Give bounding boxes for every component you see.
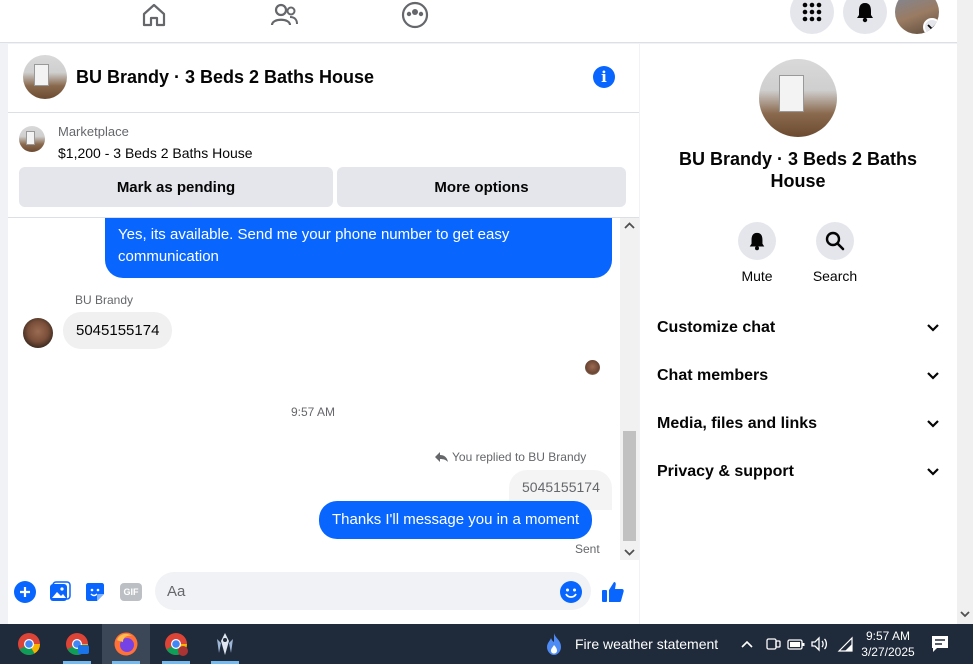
reply-indicator: You replied to BU Brandy: [435, 450, 586, 464]
page-scrollbar[interactable]: [957, 0, 973, 624]
details-title: BU Brandy · 3 Beds 2 Baths House: [678, 149, 918, 191]
volume-icon[interactable]: [811, 636, 829, 652]
chrome-profile-app[interactable]: [53, 624, 101, 664]
emoji-icon[interactable]: [559, 580, 583, 604]
like-icon[interactable]: [601, 580, 625, 604]
chevron-down-icon: [927, 372, 939, 380]
chevron-down-icon: [927, 468, 939, 476]
meet-icon[interactable]: [765, 636, 781, 652]
weather-label[interactable]: Fire weather statement: [575, 636, 718, 652]
mute-label: Mute: [741, 268, 773, 284]
taskbar: Fire weather statement 9:57 AM 3/27/2025: [0, 624, 973, 664]
chat-header: BU Brandy · 3 Beds 2 Baths House i: [8, 44, 639, 113]
chevron-down-icon: [923, 18, 939, 34]
seen-avatar: [585, 360, 600, 375]
notifications-button[interactable]: [843, 0, 887, 34]
firefox-app[interactable]: [102, 624, 150, 664]
chrome-icon: [165, 633, 188, 656]
info-icon[interactable]: i: [593, 66, 615, 88]
message-outgoing[interactable]: Yes, its available. Send me your phone n…: [105, 218, 612, 278]
top-nav: [0, 0, 957, 43]
message-input[interactable]: [155, 572, 591, 610]
section-label: Privacy & support: [657, 463, 794, 480]
chat-title[interactable]: BU Brandy · 3 Beds 2 Baths House: [76, 67, 374, 88]
marketplace-label: Marketplace: [58, 124, 129, 139]
details-avatar[interactable]: [759, 59, 837, 137]
search-button[interactable]: Search: [805, 222, 865, 284]
chevron-up-icon[interactable]: [740, 639, 754, 649]
scroll-down-icon[interactable]: [620, 546, 639, 558]
gif-icon[interactable]: GIF: [118, 580, 144, 604]
listing-title[interactable]: $1,200 - 3 Beds 2 Baths House: [58, 145, 253, 161]
section-privacy-support[interactable]: Privacy & support: [657, 454, 940, 490]
search-label: Search: [812, 268, 858, 284]
composer: GIF: [8, 568, 639, 616]
chevron-down-icon: [927, 324, 939, 332]
reply-label: You replied to BU Brandy: [452, 450, 587, 464]
chrome-app[interactable]: [5, 624, 53, 664]
groups-icon[interactable]: [395, 0, 435, 30]
notification-center-icon[interactable]: [930, 634, 950, 654]
chat-scrollbar[interactable]: [620, 218, 639, 560]
menu-grid-button[interactable]: [790, 0, 834, 34]
gif-label: GIF: [120, 583, 142, 601]
chrome-icon: [66, 633, 89, 655]
marketplace-bar: Marketplace $1,200 - 3 Beds 2 Baths Hous…: [8, 114, 639, 218]
grid-icon: [802, 2, 822, 22]
section-label: Customize chat: [657, 319, 776, 336]
search-icon: [825, 231, 845, 251]
chrome-icon: [18, 633, 40, 655]
sender-name: BU Brandy: [75, 293, 134, 307]
plus-icon[interactable]: [13, 580, 37, 604]
sent-status: Sent: [575, 542, 600, 556]
message-outgoing[interactable]: Thanks I'll message you in a moment: [319, 501, 593, 539]
reply-icon: [435, 452, 448, 462]
battery-icon[interactable]: [787, 637, 805, 651]
listing-thumbnail[interactable]: [19, 126, 45, 152]
network-icon[interactable]: [837, 636, 853, 652]
section-label: Chat members: [657, 367, 769, 384]
clock-time: 9:57 AM: [865, 629, 911, 643]
home-icon[interactable]: [134, 0, 174, 30]
scroll-thumb[interactable]: [623, 431, 636, 541]
sticker-icon[interactable]: [83, 580, 107, 604]
section-label: Media, files and links: [657, 415, 818, 432]
bell-icon: [857, 3, 873, 23]
section-customize-chat[interactable]: Customize chat: [657, 310, 940, 346]
chrome-profile-app[interactable]: [152, 624, 200, 664]
fire-weather-icon[interactable]: [542, 632, 566, 656]
account-avatar[interactable]: [895, 0, 939, 34]
game-app[interactable]: [201, 624, 249, 664]
section-media-files-links[interactable]: Media, files and links: [657, 406, 940, 442]
game-icon: [217, 633, 233, 655]
chat-avatar[interactable]: [23, 55, 67, 99]
system-clock[interactable]: 9:57 AM 3/27/2025: [856, 628, 920, 660]
friends-icon[interactable]: [264, 0, 304, 30]
timestamp: 9:57 AM: [291, 405, 336, 419]
chat-panel: BU Brandy · 3 Beds 2 Baths House i Marke…: [8, 44, 639, 624]
mark-as-pending-button[interactable]: Mark as pending: [19, 167, 333, 207]
scroll-down-icon[interactable]: [957, 608, 973, 620]
scroll-up-icon[interactable]: [620, 220, 639, 232]
sender-avatar[interactable]: [23, 318, 53, 348]
more-options-button[interactable]: More options: [337, 167, 626, 207]
firefox-icon: [114, 632, 138, 656]
photo-icon[interactable]: [48, 580, 72, 604]
clock-date: 3/27/2025: [861, 645, 915, 659]
bell-icon: [749, 232, 765, 251]
chat-details-panel: BU Brandy · 3 Beds 2 Baths House Mute Se…: [640, 44, 957, 624]
section-chat-members[interactable]: Chat members: [657, 358, 940, 394]
mute-button[interactable]: Mute: [727, 222, 787, 284]
message-list: Yes, its available. Send me your phone n…: [8, 218, 620, 560]
message-incoming[interactable]: 5045155174: [63, 312, 173, 349]
chevron-down-icon: [927, 420, 939, 428]
